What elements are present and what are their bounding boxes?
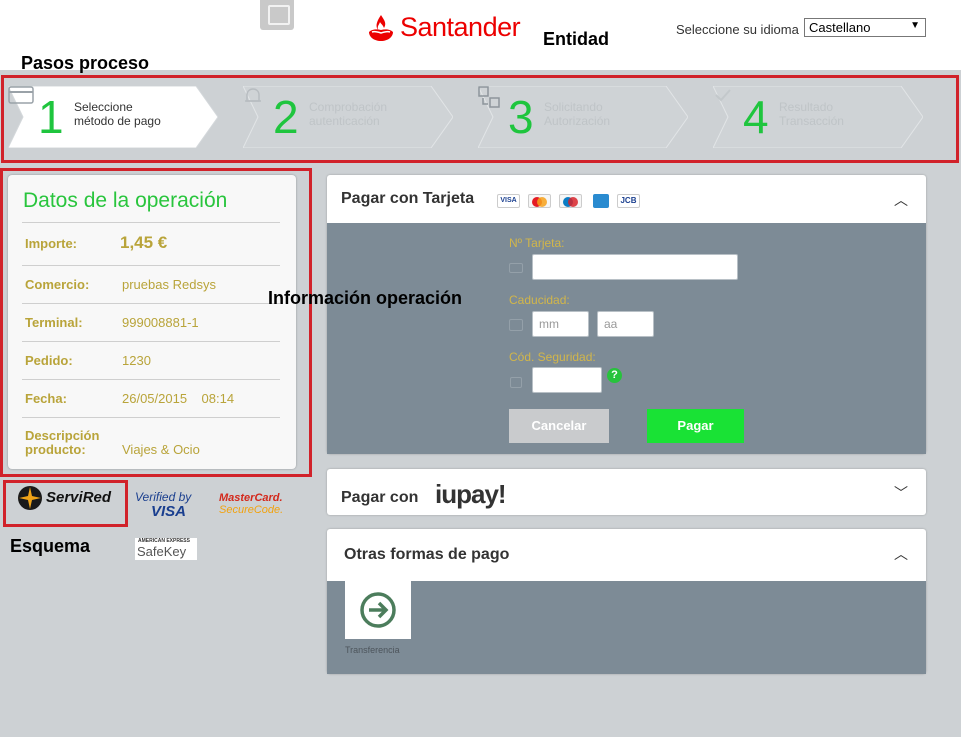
annotation-pasos-proceso: Pasos proceso	[21, 53, 150, 73]
expand-chevron-icon[interactable]: ﹀	[894, 483, 908, 503]
card-field-icon	[509, 263, 523, 273]
language-value: Castellano	[809, 20, 871, 35]
highlight-operation	[0, 168, 312, 477]
step-3: 3 Solicitando Autorización	[478, 86, 688, 148]
iupay-panel[interactable]: Pagar con iupay! ﹀	[327, 469, 926, 515]
step-label: Comprobación autenticación	[309, 100, 388, 128]
verified-by-visa-logo: Verified by VISA	[135, 490, 192, 520]
highlight-scheme	[3, 480, 128, 527]
expiry-month-input[interactable]: mm	[532, 311, 589, 337]
step-number: 4	[743, 91, 769, 143]
collapse-chevron-icon[interactable]: ︿	[894, 190, 908, 210]
step-label: Seleccione método de pago	[74, 100, 161, 128]
other-methods-body: Transferencia	[327, 581, 926, 674]
maestro-icon	[559, 194, 582, 208]
cvv-label: Cód. Seguridad:	[509, 350, 596, 364]
step-number: 2	[273, 91, 299, 143]
cvv-input[interactable]	[532, 367, 602, 393]
card-payment-header[interactable]: Pagar con Tarjeta VISA JCB ︿	[327, 175, 926, 225]
cancel-button[interactable]: Cancelar	[509, 409, 609, 443]
annotation-esquema: Esquema	[10, 536, 91, 556]
arrow-right-circle-icon	[360, 592, 396, 628]
other-methods-title: Otras formas de pago	[344, 546, 510, 563]
language-select[interactable]: Castellano ▼	[804, 18, 926, 37]
card-payment-panel: Pagar con Tarjeta VISA JCB ︿ Nº Tarjeta:…	[327, 175, 926, 454]
card-icon	[8, 86, 34, 104]
step-label: Resultado Transacción	[779, 100, 844, 128]
step-4: 4 Resultado Transacción	[713, 86, 923, 148]
iupay-title: Pagar con	[341, 489, 419, 506]
step-1: 1 Seleccione método de pago	[8, 86, 218, 148]
mastercard-icon	[528, 194, 551, 208]
annotation-informacion-operacion: Información operación	[268, 288, 463, 308]
pay-button[interactable]: Pagar	[647, 409, 744, 443]
card-payment-title: Pagar con Tarjeta	[341, 190, 475, 207]
card-number-input[interactable]	[532, 254, 738, 280]
brand-name: Santander	[400, 12, 521, 42]
collapse-chevron-icon[interactable]: ︿	[894, 544, 908, 564]
step-label: Solicitando Autorización	[544, 100, 611, 128]
card-number-label: Nº Tarjeta:	[509, 236, 565, 250]
mastercard-securecode-logo: MasterCard. SecureCode.	[219, 492, 284, 516]
check-icon	[715, 89, 731, 102]
iupay-logo: iupay!	[435, 479, 507, 509]
card-form: Nº Tarjeta: Caducidad: mm aa Cód. Seguri…	[327, 223, 926, 454]
jcb-icon: JCB	[617, 194, 640, 208]
flame-icon	[369, 14, 393, 41]
step-number: 1	[38, 91, 64, 143]
window-restore-icon[interactable]	[260, 0, 294, 30]
bell-icon	[245, 88, 261, 102]
dropdown-arrow-icon: ▼	[910, 20, 920, 31]
expiry-label: Caducidad:	[509, 293, 570, 307]
step-number: 3	[508, 91, 534, 143]
amex-icon	[593, 194, 609, 208]
amex-safekey-logo: AMERICAN EXPRESS SafeKey	[135, 538, 197, 560]
transfer-option[interactable]	[345, 581, 411, 639]
other-methods-panel: Otras formas de pago ︿ Transferencia	[327, 529, 926, 674]
transfer-label: Transferencia	[345, 645, 400, 655]
help-icon[interactable]: ?	[607, 368, 622, 383]
step-2: 2 Comprobación autenticación	[243, 86, 453, 148]
transfer-icon	[478, 86, 500, 108]
expiry-year-input[interactable]: aa	[597, 311, 654, 337]
annotation-entidad: Entidad	[543, 29, 609, 49]
visa-icon: VISA	[497, 194, 520, 208]
santander-logo: Santander	[366, 12, 521, 43]
calendar-icon	[509, 319, 523, 331]
lock-icon	[510, 377, 522, 388]
language-label: Seleccione su idioma	[676, 22, 799, 37]
other-methods-header[interactable]: Otras formas de pago ︿	[327, 529, 926, 579]
